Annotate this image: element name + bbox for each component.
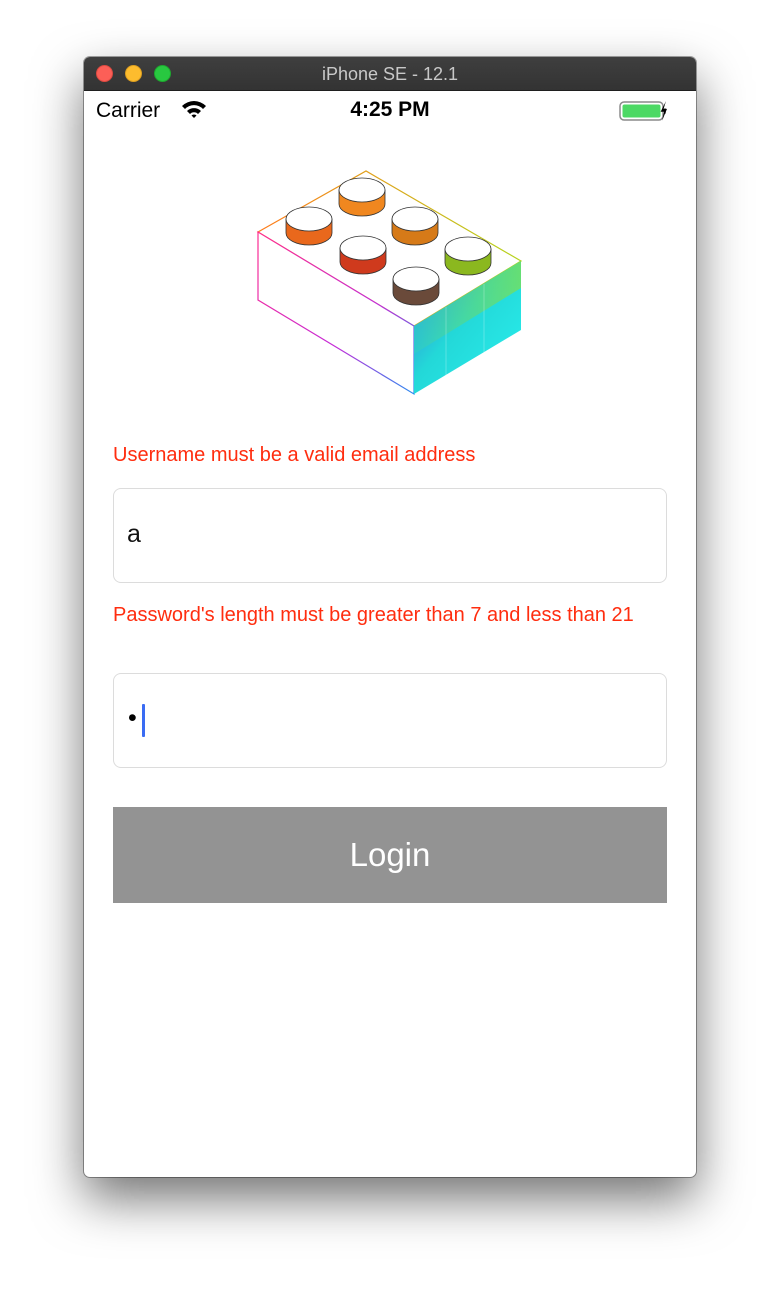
- username-field[interactable]: a: [113, 488, 667, 583]
- username-error-text: Username must be a valid email address: [113, 444, 476, 466]
- status-bar: Carrier 4:25 PM: [84, 90, 696, 130]
- password-error-text: Password's length must be greater than 7…: [113, 604, 634, 626]
- password-field[interactable]: •: [113, 673, 667, 768]
- username-value: a: [127, 520, 141, 548]
- battery-charging-icon: [619, 100, 667, 121]
- status-time: 4:25 PM: [350, 98, 430, 121]
- window-titlebar: iPhone SE - 12.1: [84, 57, 696, 91]
- simulator-window: iPhone SE - 12.1 Carrier 4:25 PM Usernam…: [84, 57, 696, 1177]
- password-masked-value: •: [128, 704, 137, 732]
- window-title: iPhone SE - 12.1: [321, 64, 459, 84]
- text-caret: [142, 704, 145, 737]
- login-screen: Username must be a valid email address a…: [84, 130, 696, 1177]
- lego-brick-icon: [256, 170, 523, 396]
- login-button[interactable]: Login: [113, 807, 667, 903]
